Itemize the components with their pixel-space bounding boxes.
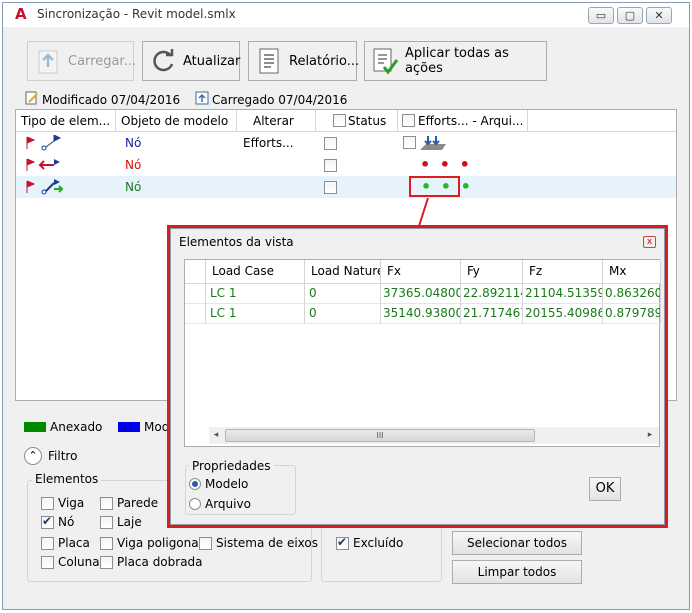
filter-label: Filtro [48,449,78,463]
grid-header: Tipo de elem... Objeto de modelo Alterar… [16,110,676,132]
refresh-icon [149,47,177,75]
loaded-text: Carregado 07/04/2016 [212,92,348,107]
table-row[interactable]: Nó Efforts... [16,132,676,154]
report-button[interactable]: Relatório... [248,41,360,81]
col-change[interactable]: Alterar [237,110,316,132]
window-title: Sincronização - Revit model.smlx [37,7,236,21]
title-bar: A Sincronização - Revit model.smlx ▭ ▢ ✕ [3,3,689,27]
placa-dobrada-checkbox[interactable]: Placa dobrada [100,555,203,569]
status-checkbox[interactable] [324,137,337,150]
chevron-up-icon: ⌃ [24,447,42,465]
dialog-highlight: Elementos da vista x Load Case Load Natu… [167,225,668,528]
no-checkbox[interactable]: Nó [41,514,74,529]
col-fx[interactable]: Fx [381,260,461,283]
load-button[interactable]: Carregar... [27,41,136,81]
status-checkbox[interactable] [324,181,337,194]
revit-logo: A [15,5,27,23]
elements-title: Elementos [32,472,102,486]
clear-all-button[interactable]: Limpar todos [452,560,582,584]
parede-checkbox[interactable]: Parede [100,496,158,510]
apply-all-label: Aplicar todas as ações [405,46,509,76]
view-elements-dialog: Elementos da vista x Load Case Load Natu… [170,228,665,525]
dialog-title: Elementos da vista [179,235,294,249]
efforts-header-checkbox[interactable] [402,114,415,127]
modified-date: Modificado 07/04/2016 [25,91,180,108]
coluna-checkbox[interactable]: Coluna [41,555,100,569]
node-type-icon [24,157,66,176]
properties-title: Propriedades [189,459,274,473]
table-row[interactable]: LC 1 0 35140.938000 21.717467 20155.4098… [185,304,661,324]
efforts-table: Load Case Load Nature Fx Fy Fz Mx LC 1 0… [184,259,661,447]
table-row[interactable]: Nó • • • [16,176,676,198]
load-icon [34,47,62,75]
loaded-icon [195,91,209,108]
scroll-right-icon[interactable]: ▸ [643,427,657,444]
report-icon [255,47,283,75]
object-cell: Nó [125,136,142,150]
viga-checkbox[interactable]: Viga [41,496,84,510]
close-button[interactable]: ✕ [646,7,672,24]
attached-swatch [24,422,46,432]
object-cell: Nó [125,180,142,194]
node-type-icon [24,179,66,198]
callout-connector [418,197,429,227]
status-group [321,520,442,582]
attached-label: Anexado [50,420,103,434]
laje-checkbox[interactable]: Laje [100,515,142,529]
report-label: Relatório... [289,53,360,69]
action-checkbox[interactable] [403,136,416,149]
table-row[interactable]: Nó • • • [16,154,676,176]
model-radio[interactable]: Modelo [189,477,248,491]
sistema-eixos-checkbox[interactable]: Sistema de eixos [199,536,318,550]
horizontal-scrollbar[interactable]: ◂ III ▸ [209,427,659,444]
col-fz[interactable]: Fz [523,260,603,283]
apply-all-button[interactable]: Aplicar todas as ações [364,41,547,81]
refresh-label: Atualizar [183,53,241,69]
modified-text: Modificado 07/04/2016 [42,92,181,107]
maximize-button[interactable]: ▢ [617,7,643,24]
col-model-object[interactable]: Objeto de modelo [116,110,237,132]
action-dots[interactable]: • • • [420,155,472,174]
legend-modified: Modi [118,420,173,434]
col-status[interactable]: Status [316,110,398,132]
filter-toggle[interactable]: ⌃ Filtro [24,447,77,465]
change-cell: Efforts... [243,136,294,150]
modified-swatch [118,422,140,432]
ok-button[interactable]: OK [589,477,621,501]
modified-icon [25,91,39,108]
col-load-nature[interactable]: Load Nature [305,260,381,283]
status-header-checkbox[interactable] [333,114,346,127]
action-dots[interactable]: • • • [421,177,473,196]
col-load-case[interactable]: Load Case [206,260,305,283]
object-cell: Nó [125,158,142,172]
status-checkbox[interactable] [324,159,337,172]
apply-checklist-icon [371,47,399,75]
col-mx[interactable]: Mx [603,260,661,283]
scroll-thumb[interactable]: III [225,429,535,442]
load-label: Carregar... [68,53,136,69]
legend-attached: Anexado [24,420,102,434]
dialog-close-button[interactable]: x [643,236,656,248]
scroll-left-icon[interactable]: ◂ [209,427,223,444]
node-type-icon [24,134,66,154]
viga-poligonal-checkbox[interactable]: Viga poligonal [100,536,202,550]
placa-checkbox[interactable]: Placa [41,536,90,550]
apply-effort-icon[interactable] [418,134,448,155]
col-efforts-file[interactable]: Efforts... - Arqui... [398,110,528,132]
col-element-type[interactable]: Tipo de elem... [16,110,116,132]
table-row[interactable]: LC 1 0 37365.048000 22.892114 21104.5135… [185,284,661,304]
refresh-button[interactable]: Atualizar [142,41,240,81]
minimize-button[interactable]: ▭ [588,7,614,24]
loaded-date: Carregado 07/04/2016 [195,91,347,108]
excluido-checkbox[interactable]: Excluído [336,535,403,550]
col-fy[interactable]: Fy [461,260,523,283]
select-all-button[interactable]: Selecionar todos [452,531,582,555]
row-header-corner [185,260,206,283]
file-radio[interactable]: Arquivo [189,497,251,511]
